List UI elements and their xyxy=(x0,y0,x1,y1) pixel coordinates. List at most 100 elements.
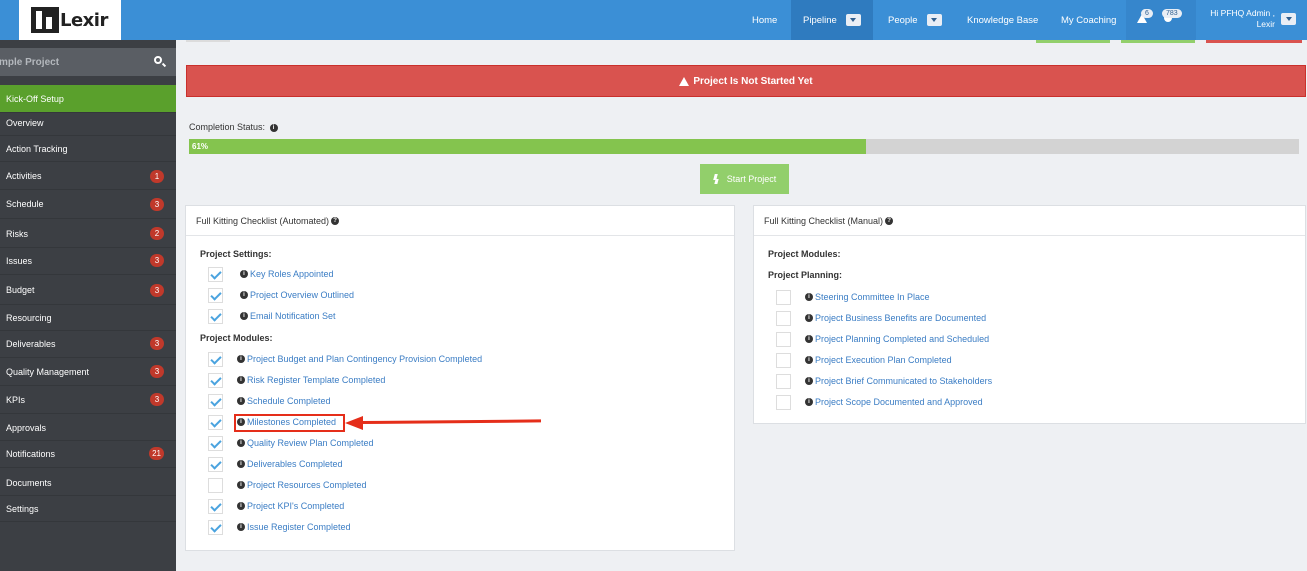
help-icon[interactable]: ? xyxy=(885,216,894,225)
user-dropdown-icon[interactable] xyxy=(1281,13,1296,25)
search-icon[interactable] xyxy=(154,56,162,64)
checklist-item[interactable]: i Project Execution Plan Completed xyxy=(805,352,952,368)
checklist-item[interactable]: i Project Resources Completed xyxy=(237,477,367,493)
sidebar-item[interactable]: Budget 3 xyxy=(0,276,176,305)
top-navbar: Lexir Home Pipeline People Knowledge Bas… xyxy=(0,0,1307,40)
brand-logo[interactable]: Lexir xyxy=(19,0,121,40)
pipeline-dropdown-icon[interactable] xyxy=(845,14,861,26)
sidebar-item[interactable]: Notifications 21 xyxy=(0,440,176,468)
nav-pipeline[interactable]: Pipeline xyxy=(791,0,873,40)
people-dropdown-icon[interactable] xyxy=(926,14,942,26)
checklist-checkbox[interactable] xyxy=(208,394,223,409)
checklist-item[interactable]: i Schedule Completed xyxy=(237,393,331,409)
checklist-checkbox[interactable] xyxy=(776,353,791,368)
checklist-item[interactable]: i Project Planning Completed and Schedule… xyxy=(805,331,989,347)
checklist-checkbox[interactable] xyxy=(208,267,223,282)
sidebar-item[interactable]: Kick-Off Setup xyxy=(0,85,176,113)
sidebar-item[interactable]: Schedule 3 xyxy=(0,190,176,219)
checklist-item[interactable]: i Project Business Benefits are Documente… xyxy=(805,310,986,326)
nav-people[interactable]: People xyxy=(876,0,954,40)
info-icon: i xyxy=(237,355,245,363)
sidebar-item[interactable]: Settings xyxy=(0,496,176,522)
sidebar-item[interactable]: Issues 3 xyxy=(0,247,176,275)
info-icon: i xyxy=(805,377,813,385)
sidebar-item[interactable]: Approvals xyxy=(0,415,176,441)
top-action-button-1[interactable] xyxy=(1036,40,1110,43)
nav-knowledge-base[interactable]: Knowledge Base xyxy=(955,0,1050,40)
checklist-item[interactable]: i Project Overview Outlined xyxy=(240,287,354,303)
checklist-item[interactable]: i Quality Review Plan Completed xyxy=(237,435,374,451)
checklist-checkbox[interactable] xyxy=(208,520,223,535)
user-menu[interactable]: Hi PFHQ Admin , Lexir xyxy=(1197,8,1275,30)
checklist-checkbox[interactable] xyxy=(208,309,223,324)
checklist-item[interactable]: i Email Notification Set xyxy=(240,308,336,324)
project-search[interactable]: mple Project xyxy=(0,48,176,76)
checklist-checkbox[interactable] xyxy=(208,288,223,303)
checklist-checkbox[interactable] xyxy=(776,332,791,347)
checklist-item-label: Quality Review Plan Completed xyxy=(247,438,374,448)
sidebar-item[interactable]: Documents xyxy=(0,470,176,496)
nav-home[interactable]: Home xyxy=(740,0,789,40)
checklist-item[interactable]: i Project Budget and Plan Contingency Pro… xyxy=(237,351,482,367)
sidebar-item[interactable]: Risks 2 xyxy=(0,220,176,248)
checklist-item-label: Project Budget and Plan Contingency Prov… xyxy=(247,354,483,364)
checklist-checkbox[interactable] xyxy=(208,352,223,367)
start-project-label: Start Project xyxy=(726,174,777,184)
checklist-checkbox[interactable] xyxy=(208,499,223,514)
brand-name: Lexir xyxy=(60,9,108,31)
sidebar-item-label: Quality Management xyxy=(6,366,90,377)
completion-status-label: Completion Status: i xyxy=(189,122,278,132)
checklist-checkbox[interactable] xyxy=(776,374,791,389)
warning-icon xyxy=(679,76,690,86)
checklist-item-label: Project Resources Completed xyxy=(247,480,367,490)
checklist-item[interactable]: i Key Roles Appointed xyxy=(240,266,334,282)
sidebar-count-badge: 2 xyxy=(150,227,164,240)
checklist-item[interactable]: i Project Brief Communicated to Stakehold… xyxy=(805,373,992,389)
checklist-item[interactable]: i Project Scope Documented and Approved xyxy=(805,394,983,410)
checklist-checkbox[interactable] xyxy=(208,415,223,430)
manual-checklist-panel: Full Kitting Checklist (Manual) ? Projec… xyxy=(753,205,1306,424)
checklist-checkbox[interactable] xyxy=(776,311,791,326)
start-project-button[interactable]: Start Project xyxy=(700,164,789,194)
checklist-item[interactable]: i Project KPI's Completed xyxy=(237,498,344,514)
nav-my-coaching[interactable]: My Coaching xyxy=(1049,0,1128,40)
checklist-item[interactable]: i Issue Register Completed xyxy=(237,519,351,535)
checklist-item-label: Email Notification Set xyxy=(250,311,336,321)
help-icon[interactable]: ? xyxy=(331,216,340,225)
sidebar-item-label: Overview xyxy=(6,117,44,128)
sidebar-item-label: Risks xyxy=(6,228,28,239)
sidebar-item-label: Budget xyxy=(6,285,35,295)
sidebar-item[interactable]: Activities 1 xyxy=(0,163,176,190)
checklist-checkbox[interactable] xyxy=(208,478,223,493)
top-action-button-3[interactable] xyxy=(1206,40,1302,43)
annotation-arrowhead xyxy=(345,416,363,430)
sidebar-item[interactable]: Overview xyxy=(0,110,176,136)
sidebar-count-badge: 1 xyxy=(150,169,164,183)
project-search-text: mple Project xyxy=(0,56,60,68)
info-icon[interactable]: i xyxy=(269,123,278,132)
sidebar-item[interactable]: Resourcing xyxy=(0,306,176,331)
info-icon: i xyxy=(237,397,245,405)
sidebar-item-label: Action Tracking xyxy=(6,143,68,154)
sidebar-item[interactable]: KPIs 3 xyxy=(0,386,176,414)
sidebar-item-label: Approvals xyxy=(6,422,47,433)
project-planning-heading: Project Planning: xyxy=(768,270,843,280)
annotation-highlight-box xyxy=(234,414,345,432)
checklist-checkbox[interactable] xyxy=(208,457,223,472)
checklist-item[interactable]: i Risk Register Template Completed xyxy=(237,372,385,388)
checklist-item[interactable]: i Deliverables Completed xyxy=(237,456,343,472)
checklist-checkbox[interactable] xyxy=(208,373,223,388)
checklist-item-label: Deliverables Completed xyxy=(247,459,343,469)
sidebar-item-label: Settings xyxy=(6,503,39,514)
checklist-item[interactable]: i Steering Committee In Place xyxy=(805,289,930,305)
project-status-alert: Project Is Not Started Yet xyxy=(186,65,1306,97)
sidebar-item[interactable]: Action Tracking xyxy=(0,136,176,162)
sidebar-item-label: Resourcing xyxy=(6,313,52,323)
top-action-button-2[interactable] xyxy=(1121,40,1195,43)
checklist-checkbox[interactable] xyxy=(776,290,791,305)
checklist-checkbox[interactable] xyxy=(208,436,223,451)
sidebar-count-badge: 3 xyxy=(150,254,164,267)
sidebar-item[interactable]: Deliverables 3 xyxy=(0,330,176,358)
sidebar-item[interactable]: Quality Management 3 xyxy=(0,358,176,386)
checklist-checkbox[interactable] xyxy=(776,395,791,410)
